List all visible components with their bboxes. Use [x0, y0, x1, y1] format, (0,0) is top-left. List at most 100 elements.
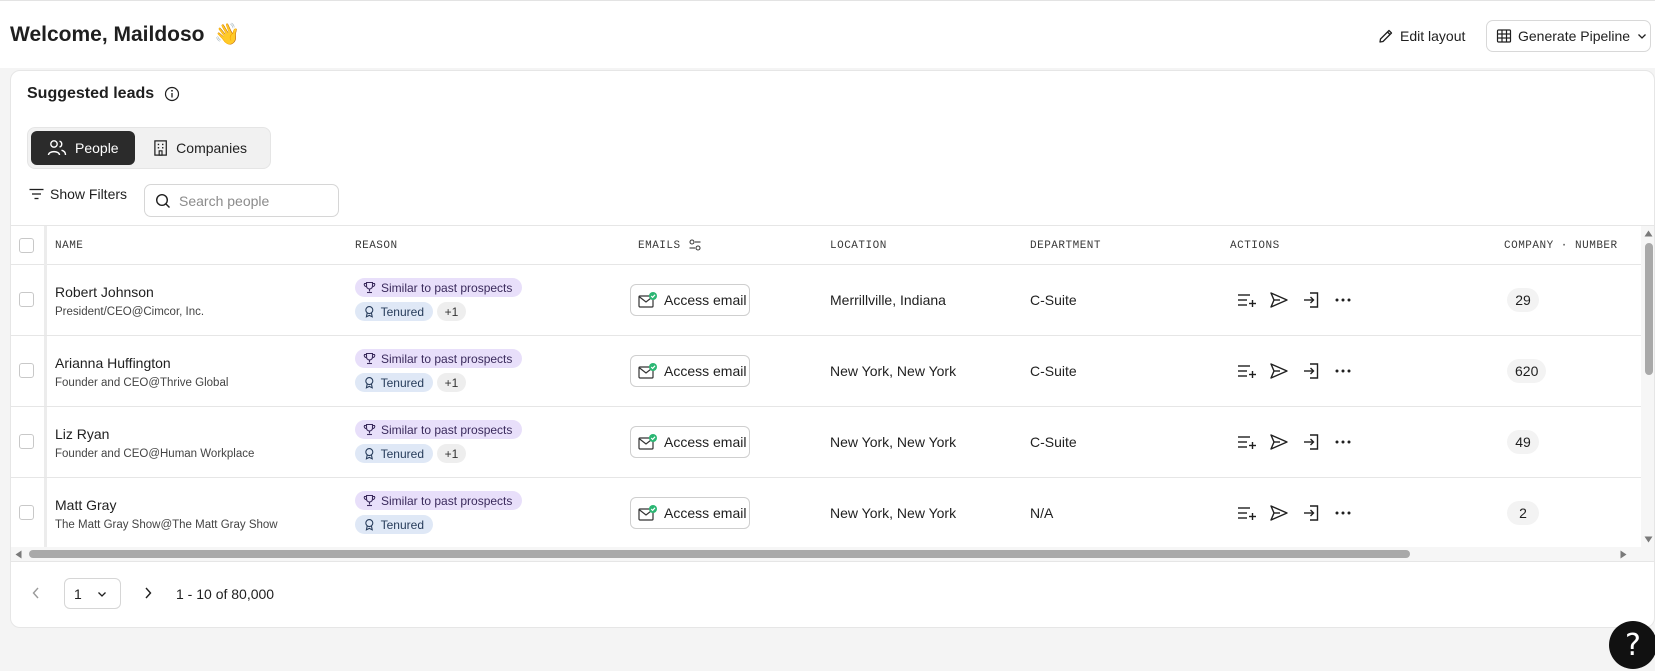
- access-email-button[interactable]: Access email: [630, 284, 750, 316]
- vertical-scrollbar[interactable]: [1641, 226, 1654, 547]
- pagination: 1 1 - 10 of 80,000: [11, 561, 1654, 627]
- lead-location: New York, New York: [830, 505, 957, 521]
- add-to-list-icon[interactable]: [1235, 360, 1259, 382]
- next-page-icon[interactable]: [143, 586, 153, 600]
- lead-location: New York, New York: [830, 434, 957, 450]
- lead-name[interactable]: Matt Gray: [55, 497, 116, 513]
- badge-icon: [365, 306, 374, 318]
- export-icon[interactable]: [1299, 502, 1323, 524]
- badge-icon: [365, 377, 374, 389]
- scroll-up-arrow-icon[interactable]: [1644, 230, 1653, 237]
- tab-people[interactable]: People: [31, 131, 135, 165]
- access-email-button[interactable]: Access email: [630, 426, 750, 458]
- select-all-checkbox[interactable]: [19, 238, 34, 253]
- more-icon[interactable]: [1331, 502, 1355, 524]
- info-icon[interactable]: [164, 86, 180, 102]
- lead-name[interactable]: Liz Ryan: [55, 426, 109, 442]
- column-header-company-number[interactable]: COMPANY · NUMBER: [1504, 240, 1618, 252]
- vertical-scrollbar-thumb[interactable]: [1645, 243, 1653, 375]
- export-icon[interactable]: [1299, 289, 1323, 311]
- row-checkbox[interactable]: [19, 434, 34, 449]
- column-header-location[interactable]: LOCATION: [830, 240, 887, 252]
- access-email-button[interactable]: Access email: [630, 497, 750, 529]
- reason-tag-secondary: Tenured: [355, 444, 433, 463]
- search-box: [144, 184, 339, 217]
- show-filters-label: Show Filters: [50, 186, 128, 202]
- table-header: NAME REASON EMAILS LOCATION DEPARTMENT A…: [11, 226, 1641, 265]
- reason-tag-primary: Similar to past prospects: [355, 349, 522, 368]
- lead-title: The Matt Gray Show@The Matt Gray Show: [55, 519, 278, 531]
- column-header-department[interactable]: DEPARTMENT: [1030, 240, 1101, 252]
- lead-department: C-Suite: [1030, 434, 1077, 450]
- reason-primary-label: Similar to past prospects: [381, 280, 513, 295]
- scroll-left-arrow-icon[interactable]: [15, 550, 22, 559]
- table-row[interactable]: Arianna Huffington Founder and CEO@Thriv…: [11, 336, 1641, 407]
- send-icon[interactable]: [1267, 360, 1291, 382]
- more-icon[interactable]: [1331, 431, 1355, 453]
- add-to-list-icon[interactable]: [1235, 289, 1259, 311]
- send-icon[interactable]: [1267, 289, 1291, 311]
- generate-pipeline-button[interactable]: Generate Pipeline: [1486, 20, 1651, 52]
- company-number-badge: 620: [1507, 359, 1547, 383]
- reason-secondary-label: Tenured: [380, 446, 424, 461]
- reason-primary-label: Similar to past prospects: [381, 351, 513, 366]
- reason-more-tag[interactable]: +1: [437, 444, 466, 463]
- page-select[interactable]: 1: [64, 578, 121, 609]
- send-icon[interactable]: [1267, 431, 1291, 453]
- card-title: Suggested leads: [27, 85, 155, 102]
- show-filters-button[interactable]: Show Filters: [29, 183, 127, 205]
- reason-more-tag[interactable]: +1: [437, 302, 466, 321]
- search-input[interactable]: [179, 192, 329, 209]
- trophy-icon: [363, 423, 376, 436]
- trophy-icon: [363, 352, 376, 365]
- export-icon[interactable]: [1299, 360, 1323, 382]
- welcome-heading: Welcome, Maildoso 👋: [10, 23, 241, 47]
- horizontal-scrollbar-thumb[interactable]: [29, 550, 1410, 558]
- add-to-list-icon[interactable]: [1235, 502, 1259, 524]
- edit-layout-button[interactable]: Edit layout: [1378, 23, 1465, 49]
- row-actions: [1235, 502, 1355, 524]
- column-header-emails[interactable]: EMAILS: [638, 240, 681, 252]
- help-button[interactable]: ?: [1609, 621, 1655, 669]
- scroll-right-arrow-icon[interactable]: [1620, 550, 1627, 559]
- table-row[interactable]: Liz Ryan Founder and CEO@Human Workplace…: [11, 407, 1641, 478]
- row-checkbox[interactable]: [19, 363, 34, 378]
- suggested-leads-card: Suggested leads People Companies Show Fi…: [10, 70, 1655, 628]
- row-actions: [1235, 360, 1355, 382]
- more-icon[interactable]: [1331, 360, 1355, 382]
- row-checkbox[interactable]: [19, 505, 34, 520]
- more-icon[interactable]: [1331, 289, 1355, 311]
- lead-name[interactable]: Robert Johnson: [55, 284, 154, 300]
- add-to-list-icon[interactable]: [1235, 431, 1259, 453]
- lead-name[interactable]: Arianna Huffington: [55, 355, 171, 371]
- access-email-label: Access email: [664, 363, 747, 379]
- reason-more-tag[interactable]: +1: [437, 373, 466, 392]
- tab-people-label: People: [75, 140, 119, 156]
- row-actions: [1235, 431, 1355, 453]
- lead-title: Founder and CEO@Thrive Global: [55, 377, 229, 389]
- access-email-button[interactable]: Access email: [630, 355, 750, 387]
- export-icon[interactable]: [1299, 431, 1323, 453]
- trophy-icon: [363, 494, 376, 507]
- previous-page-icon[interactable]: [31, 586, 41, 600]
- top-bar: Welcome, Maildoso 👋 Edit layout Generate…: [0, 0, 1655, 68]
- lead-title: President/CEO@Cimcor, Inc.: [55, 306, 205, 318]
- email-settings-icon[interactable]: [688, 238, 702, 252]
- table-row[interactable]: Robert Johnson President/CEO@Cimcor, Inc…: [11, 265, 1641, 336]
- lead-location: New York, New York: [830, 363, 957, 379]
- horizontal-scrollbar[interactable]: [11, 547, 1654, 561]
- table-row[interactable]: Matt Gray The Matt Gray Show@The Matt Gr…: [11, 478, 1641, 547]
- row-checkbox[interactable]: [19, 292, 34, 307]
- tab-companies[interactable]: Companies: [139, 131, 261, 165]
- email-check-icon: [638, 434, 657, 450]
- scroll-down-arrow-icon[interactable]: [1644, 536, 1653, 543]
- building-icon: [154, 140, 167, 156]
- column-header-reason[interactable]: REASON: [355, 240, 398, 252]
- access-email-label: Access email: [664, 505, 747, 521]
- company-number-badge: 2: [1507, 501, 1539, 525]
- column-header-name[interactable]: NAME: [55, 240, 83, 252]
- send-icon[interactable]: [1267, 502, 1291, 524]
- reason-tag-primary: Similar to past prospects: [355, 420, 522, 439]
- access-email-label: Access email: [664, 292, 747, 308]
- tab-companies-label: Companies: [176, 140, 247, 156]
